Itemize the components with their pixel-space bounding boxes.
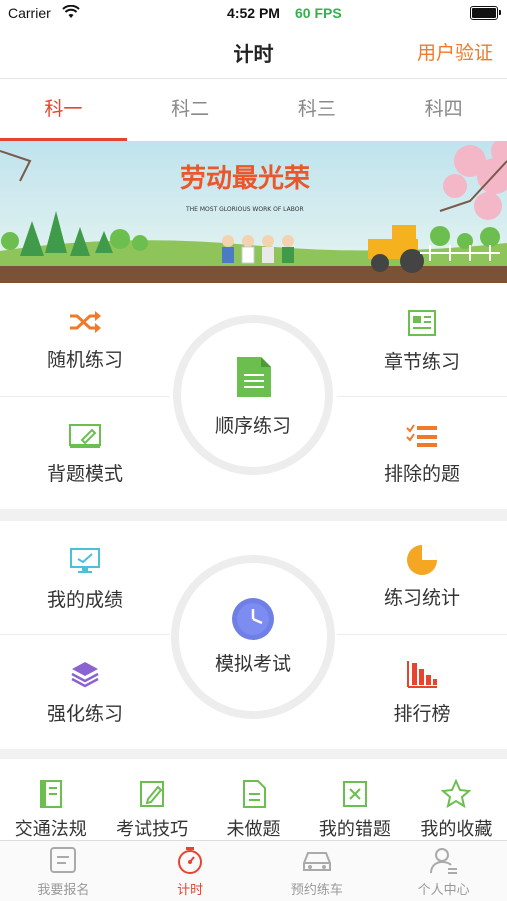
section-gap [0, 509, 507, 521]
chapter-practice-button[interactable]: 章节练习 [337, 309, 507, 374]
mock-exam-button[interactable]: 模拟考试 [171, 555, 335, 719]
wrong-icon [342, 781, 367, 807]
layers-icon [71, 662, 99, 688]
wrong-questions-label: 我的错题 [318, 819, 391, 840]
divider [337, 634, 507, 635]
promo-banner[interactable]: 劳动最光荣 THE MOST GLORIOUS WORK OF LABOR [0, 141, 507, 283]
favorites-label: 我的收藏 [420, 819, 493, 840]
user-icon [429, 848, 457, 874]
star-icon [440, 778, 472, 809]
book-icon [39, 780, 62, 808]
undone-questions-label: 未做题 [226, 819, 281, 840]
tab-subject-3[interactable]: 科三 [254, 79, 381, 141]
sequential-practice-label: 顺序练习 [214, 415, 291, 437]
fps-counter: 60 FPS [295, 5, 342, 21]
my-scores-label: 我的成绩 [46, 589, 123, 611]
memorize-mode-button[interactable]: 背题模式 [0, 423, 170, 486]
chapter-icon [408, 310, 436, 336]
pencil-icon [140, 781, 165, 807]
tab-subject-1[interactable]: 科一 [0, 79, 127, 141]
tabbar-book-car-label: 预约练车 [290, 883, 343, 898]
tabbar-profile[interactable]: 个人中心 [380, 841, 507, 901]
favorites-button[interactable]: 我的收藏 [406, 759, 507, 841]
file-icon [242, 780, 266, 808]
list-icon [406, 424, 437, 447]
banner-headline: 劳动最光荣 [180, 164, 310, 194]
subject-tabs: 科一 科二 科三 科四 [0, 79, 507, 141]
bottom-tab-bar: 我要报名 计时 预约练车 个人中心 [0, 840, 507, 901]
sequential-practice-button[interactable]: 顺序练习 [173, 315, 333, 475]
timer-icon [178, 847, 203, 874]
tabbar-profile-label: 个人中心 [417, 883, 470, 898]
tab-subject-2[interactable]: 科二 [127, 79, 254, 141]
exam-tips-button[interactable]: 考试技巧 [101, 759, 202, 841]
memorize-mode-label: 背题模式 [46, 463, 123, 485]
signup-icon [50, 847, 77, 873]
traffic-rules-label: 交通法规 [14, 819, 87, 840]
excluded-questions-label: 排除的题 [383, 463, 460, 485]
status-bar: Carrier 4:52 PM 60 FPS [0, 0, 507, 28]
shuffle-icon [70, 311, 101, 333]
battery-icon [470, 6, 501, 20]
pie-icon [407, 545, 437, 575]
intensive-practice-button[interactable]: 强化练习 [0, 659, 170, 726]
clock-icon [232, 598, 274, 640]
random-practice-label: 随机练习 [46, 349, 123, 371]
document-icon [237, 357, 271, 397]
my-scores-button[interactable]: 我的成绩 [0, 547, 170, 612]
tabbar-timer-label: 计时 [177, 883, 204, 898]
section-gap [0, 749, 507, 759]
divider [0, 396, 170, 397]
practice-stats-label: 练习统计 [383, 587, 460, 609]
leaderboard-button[interactable]: 排行榜 [337, 659, 507, 726]
user-verify-button[interactable]: 用户验证 [417, 38, 493, 65]
divider [337, 396, 507, 397]
edit-icon [69, 424, 101, 448]
monitor-icon [70, 548, 100, 573]
traffic-rules-button[interactable]: 交通法规 [0, 759, 101, 841]
banner-illustration: 劳动最光荣 THE MOST GLORIOUS WORK OF LABOR [0, 141, 507, 283]
exam-section: 我的成绩 练习统计 强化练习 排行榜 模拟考试 [0, 521, 507, 749]
bar-chart-icon [407, 661, 437, 688]
chapter-practice-label: 章节练习 [383, 351, 460, 373]
banner-subline: THE MOST GLORIOUS WORK OF LABOR [185, 206, 304, 213]
excluded-questions-button[interactable]: 排除的题 [337, 423, 507, 486]
clock-time: 4:52 PM [227, 5, 280, 21]
tabbar-signup-label: 我要报名 [37, 883, 90, 898]
tab-subject-4[interactable]: 科四 [380, 79, 507, 141]
exam-tips-label: 考试技巧 [116, 819, 189, 840]
practice-section: 随机练习 章节练习 背题模式 排除的题 顺序练习 [0, 283, 507, 509]
tabbar-book-car[interactable]: 预约练车 [254, 841, 381, 901]
practice-stats-button[interactable]: 练习统计 [337, 543, 507, 610]
tabbar-signup[interactable]: 我要报名 [0, 841, 127, 901]
random-practice-button[interactable]: 随机练习 [0, 309, 170, 372]
wrong-questions-button[interactable]: 我的错题 [304, 759, 405, 841]
mock-exam-label: 模拟考试 [214, 653, 291, 675]
quick-actions-row: 交通法规 考试技巧 未做题 我的错题 我的收藏 [0, 759, 507, 841]
undone-questions-button[interactable]: 未做题 [203, 759, 304, 841]
intensive-practice-label: 强化练习 [46, 703, 123, 725]
tabbar-timer[interactable]: 计时 [127, 841, 254, 901]
leaderboard-label: 排行榜 [393, 703, 451, 725]
car-icon [302, 852, 331, 871]
divider [0, 634, 170, 635]
